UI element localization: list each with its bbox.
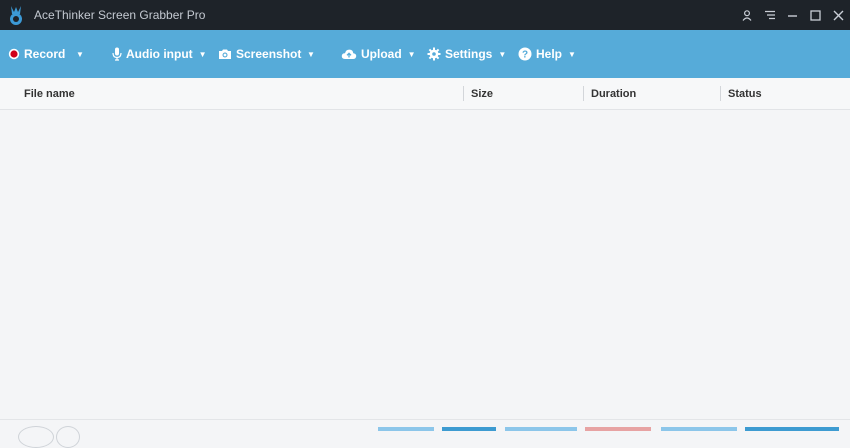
audio-input-label: Audio input bbox=[126, 47, 193, 61]
file-list-header: File name Size Duration Status bbox=[0, 78, 850, 110]
file-list[interactable] bbox=[0, 110, 850, 419]
camera-icon bbox=[218, 48, 232, 60]
main-toolbar: Record ▼ Audio input ▼ Screenshot ▼ Uplo… bbox=[0, 30, 850, 78]
column-status[interactable]: Status bbox=[728, 78, 762, 109]
chevron-down-icon: ▼ bbox=[498, 49, 507, 59]
record-label: Record bbox=[24, 47, 66, 61]
list-menu-icon[interactable] bbox=[758, 0, 781, 30]
svg-text:?: ? bbox=[522, 50, 528, 61]
screenshot-label: Screenshot bbox=[236, 47, 302, 61]
settings-label: Settings bbox=[445, 47, 493, 61]
acethinker-logo-icon bbox=[8, 4, 26, 26]
footer-round-control[interactable] bbox=[18, 426, 54, 448]
column-size[interactable]: Size bbox=[471, 78, 493, 109]
audio-input-button[interactable]: Audio input ▼ bbox=[112, 30, 207, 78]
column-divider[interactable] bbox=[583, 86, 584, 101]
footer-action-button[interactable] bbox=[505, 427, 577, 431]
maximize-icon[interactable] bbox=[804, 0, 827, 30]
chevron-down-icon: ▼ bbox=[198, 49, 207, 59]
settings-button[interactable]: Settings ▼ bbox=[427, 30, 506, 78]
screenshot-dropdown-button[interactable]: ▼ bbox=[307, 30, 315, 78]
footer-action-button[interactable] bbox=[378, 427, 434, 431]
microphone-icon bbox=[112, 47, 122, 61]
upload-label: Upload bbox=[361, 47, 402, 61]
footer-action-button[interactable] bbox=[442, 427, 496, 431]
window-title: AceThinker Screen Grabber Pro bbox=[34, 8, 206, 22]
record-dropdown-button[interactable]: ▼ bbox=[76, 30, 84, 78]
gear-icon bbox=[427, 47, 441, 61]
cloud-upload-icon bbox=[341, 48, 357, 60]
footer-round-control[interactable] bbox=[56, 426, 80, 448]
column-file-name[interactable]: File name bbox=[24, 78, 75, 109]
record-dot-icon bbox=[8, 48, 20, 60]
screenshot-button[interactable]: Screenshot bbox=[218, 30, 301, 78]
bottom-bar bbox=[0, 419, 850, 448]
footer-action-button[interactable] bbox=[661, 427, 737, 431]
column-duration[interactable]: Duration bbox=[591, 78, 636, 109]
title-bar: AceThinker Screen Grabber Pro bbox=[0, 0, 850, 30]
window-controls bbox=[735, 0, 850, 30]
column-divider[interactable] bbox=[463, 86, 464, 101]
chevron-down-icon: ▼ bbox=[568, 49, 576, 59]
column-divider[interactable] bbox=[720, 86, 721, 101]
footer-action-button[interactable] bbox=[585, 427, 651, 431]
help-icon: ? bbox=[518, 47, 532, 61]
chevron-down-icon: ▼ bbox=[307, 49, 315, 59]
chevron-down-icon: ▼ bbox=[407, 49, 416, 59]
upload-button[interactable]: Upload ▼ bbox=[341, 30, 416, 78]
minimize-icon[interactable] bbox=[781, 0, 804, 30]
close-icon[interactable] bbox=[827, 0, 850, 30]
footer-action-button[interactable] bbox=[745, 427, 839, 431]
help-label: Help bbox=[536, 47, 563, 61]
record-button[interactable]: Record bbox=[8, 30, 65, 78]
user-icon[interactable] bbox=[735, 0, 758, 30]
help-button[interactable]: ? Help ▼ bbox=[518, 30, 576, 78]
chevron-down-icon: ▼ bbox=[76, 49, 84, 59]
